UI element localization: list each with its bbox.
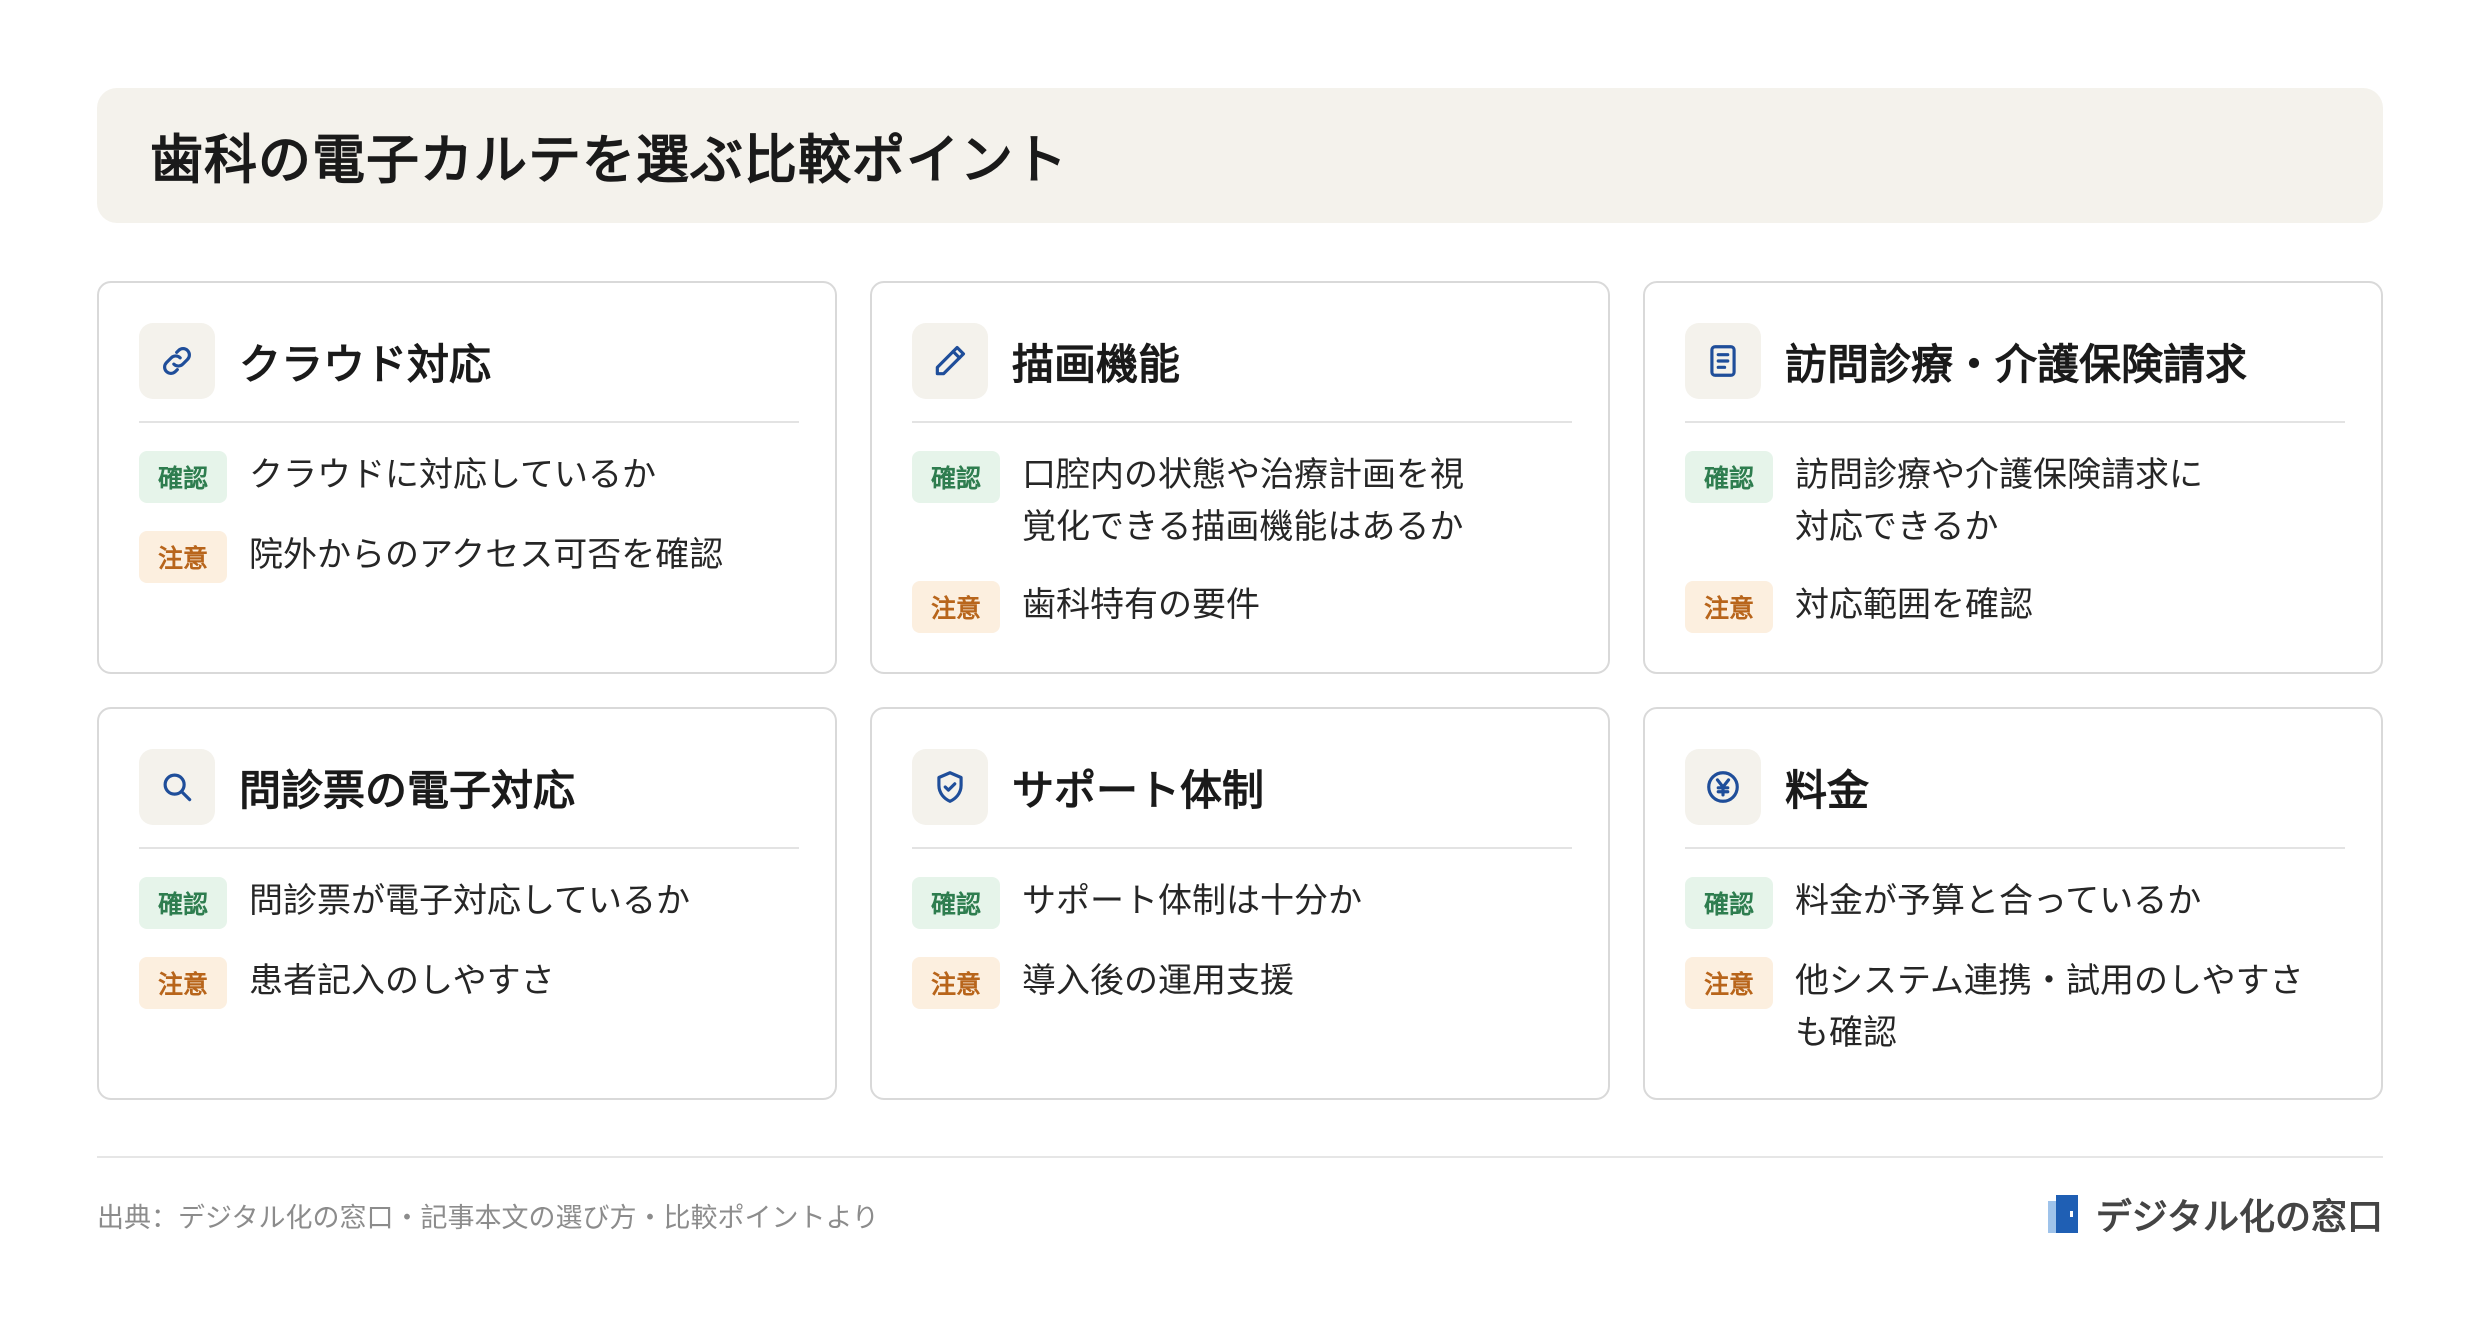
card-title: 訪問診療・介護保険請求	[1785, 339, 2248, 389]
card-title: 問診票の電子対応	[239, 765, 576, 815]
pencil-icon	[912, 323, 988, 399]
check-row: 確認 サポート体制は十分か	[912, 875, 1568, 929]
check-row: 確認 訪問診療や介護保険請求に対応できるか	[1685, 449, 2341, 553]
card-header: 訪問診療・介護保険請求	[1685, 323, 2345, 423]
card-home-visit: 訪問診療・介護保険請求 確認 訪問診療や介護保険請求に対応できるか 注意 対応範…	[1643, 281, 2383, 674]
card-header: サポート体制	[912, 749, 1572, 849]
check-badge: 確認	[139, 451, 227, 503]
caution-text: 対応範囲を確認	[1795, 585, 2033, 625]
caution-row: 注意 患者記入のしやすさ	[139, 955, 795, 1009]
card-cloud: クラウド対応 確認 クラウドに対応しているか 注意 院外からのアクセス可否を確認	[97, 281, 837, 674]
caution-badge: 注意	[139, 531, 227, 583]
card-pricing: 料金 確認 料金が予算と合っているか 注意 他システム連携・試用のしやすさも確認	[1643, 707, 2383, 1100]
caution-badge: 注意	[1685, 957, 1773, 1009]
caution-text: 患者記入のしやすさ	[249, 961, 555, 1001]
card-title: クラウド対応	[239, 339, 492, 389]
caution-badge: 注意	[912, 581, 1000, 633]
link-icon	[139, 323, 215, 399]
footer-divider	[97, 1156, 2383, 1158]
caution-text: 歯科特有の要件	[1022, 585, 1260, 625]
check-badge: 確認	[139, 877, 227, 929]
check-badge: 確認	[912, 451, 1000, 503]
caution-badge: 注意	[139, 957, 227, 1009]
caution-text: 導入後の運用支援	[1022, 961, 1294, 1001]
caution-badge: 注意	[1685, 581, 1773, 633]
caution-row: 注意 他システム連携・試用のしやすさも確認	[1685, 955, 2341, 1059]
card-header: 料金	[1685, 749, 2345, 849]
brand-logo-icon	[2047, 1195, 2078, 1233]
check-text: サポート体制は十分か	[1022, 881, 1362, 921]
comparison-grid: クラウド対応 確認 クラウドに対応しているか 注意 院外からのアクセス可否を確認…	[97, 281, 2383, 1100]
yen-icon	[1685, 749, 1761, 825]
card-header: 問診票の電子対応	[139, 749, 799, 849]
card-header: 描画機能	[912, 323, 1572, 423]
check-row: 確認 口腔内の状態や治療計画を視覚化できる描画機能はあるか	[912, 449, 1568, 553]
check-row: 確認 問診票が電子対応しているか	[139, 875, 795, 929]
check-badge: 確認	[1685, 877, 1773, 929]
check-text: 料金が予算と合っているか	[1795, 881, 2202, 921]
caution-text: 院外からのアクセス可否を確認	[249, 535, 724, 575]
document-icon	[1685, 323, 1761, 399]
card-questionnaire: 問診票の電子対応 確認 問診票が電子対応しているか 注意 患者記入のしやすさ	[97, 707, 837, 1100]
shield-check-icon	[912, 749, 988, 825]
card-header: クラウド対応	[139, 323, 799, 423]
check-row: 確認 クラウドに対応しているか	[139, 449, 795, 503]
check-text: 口腔内の状態や治療計画を視覚化できる描画機能はあるか	[1022, 455, 1464, 547]
check-row: 確認 料金が予算と合っているか	[1685, 875, 2341, 929]
check-badge: 確認	[1685, 451, 1773, 503]
caution-row: 注意 対応範囲を確認	[1685, 579, 2341, 633]
check-badge: 確認	[912, 877, 1000, 929]
card-support: サポート体制 確認 サポート体制は十分か 注意 導入後の運用支援	[870, 707, 1610, 1100]
source-note: 出典：デジタル化の窓口・記事本文の選び方・比較ポイントより	[97, 1203, 879, 1234]
caution-text: 他システム連携・試用のしやすさも確認	[1795, 961, 2304, 1053]
card-drawing: 描画機能 確認 口腔内の状態や治療計画を視覚化できる描画機能はあるか 注意 歯科…	[870, 281, 1610, 674]
check-text: クラウドに対応しているか	[249, 455, 656, 495]
caution-row: 注意 院外からのアクセス可否を確認	[139, 529, 795, 583]
caution-row: 注意 導入後の運用支援	[912, 955, 1568, 1009]
caution-row: 注意 歯科特有の要件	[912, 579, 1568, 633]
page-title: 歯科の電子カルテを選ぶ比較ポイント	[150, 129, 1068, 191]
search-icon	[139, 749, 215, 825]
check-text: 訪問診療や介護保険請求に対応できるか	[1795, 455, 2203, 547]
card-title: 料金	[1785, 765, 1870, 815]
brand-name: デジタル化の窓口	[2095, 1197, 2383, 1238]
brand: デジタル化の窓口	[2046, 1188, 2383, 1240]
caution-badge: 注意	[912, 957, 1000, 1009]
card-title: サポート体制	[1012, 765, 1265, 815]
title-banner: 歯科の電子カルテを選ぶ比較ポイント	[97, 88, 2383, 223]
check-text: 問診票が電子対応しているか	[249, 881, 690, 921]
card-title: 描画機能	[1012, 339, 1181, 389]
